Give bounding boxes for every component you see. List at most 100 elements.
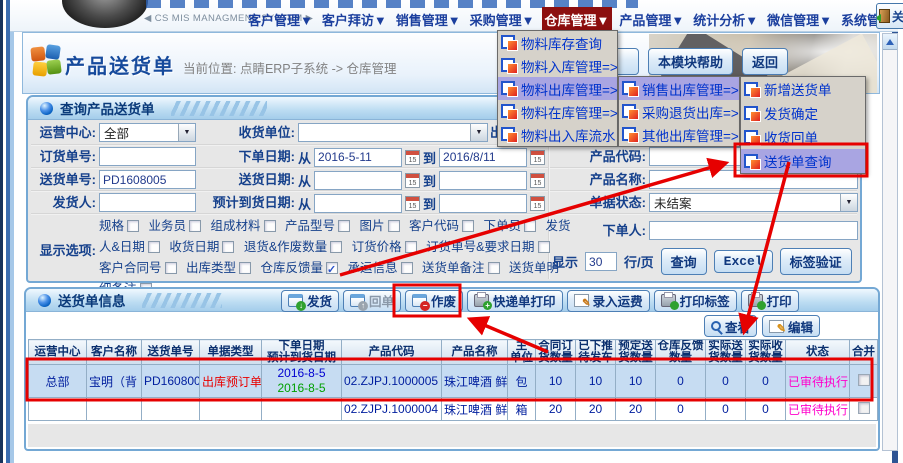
orderer-input[interactable] bbox=[649, 221, 858, 240]
order-date-to-input[interactable] bbox=[439, 148, 527, 167]
option-checkbox[interactable] bbox=[326, 262, 338, 274]
option-checkbox[interactable] bbox=[165, 262, 177, 274]
top-menu-item[interactable]: 客户拜访▼ bbox=[320, 7, 389, 32]
top-menu-item[interactable]: 仓库管理▼ bbox=[542, 7, 613, 32]
operations-center-select[interactable]: 全部 bbox=[99, 123, 196, 142]
merge-checkbox[interactable] bbox=[858, 374, 870, 386]
shipper-label: 发货人: bbox=[28, 193, 96, 213]
product-name-label: 产品名称: bbox=[552, 170, 646, 190]
shipper-input[interactable] bbox=[99, 193, 196, 212]
calendar-icon[interactable] bbox=[530, 173, 545, 188]
order-date-from-input[interactable] bbox=[314, 148, 402, 167]
chevron-down-icon[interactable] bbox=[470, 124, 487, 141]
menu-item[interactable]: 物料库存查询 bbox=[498, 31, 617, 54]
freight-entry-button[interactable]: 录入运费 bbox=[567, 290, 650, 312]
table-cell: 0 bbox=[746, 365, 786, 398]
delivery-date-to-input[interactable] bbox=[439, 171, 527, 190]
menu-item[interactable]: 物料在库管理=> bbox=[498, 100, 617, 123]
option-checkbox[interactable] bbox=[222, 241, 234, 253]
option-checkbox[interactable] bbox=[405, 241, 417, 253]
scroll-up-button[interactable] bbox=[883, 34, 897, 50]
express-printer-icon bbox=[474, 294, 489, 307]
ship-button[interactable]: 发货 bbox=[281, 290, 339, 312]
info-panel-title: 送货单信息 bbox=[58, 290, 126, 310]
option-checkbox[interactable] bbox=[264, 220, 276, 232]
express-print-button[interactable]: 快递单打印 bbox=[467, 290, 563, 312]
display-option: 订货单号&要求日期 bbox=[426, 240, 549, 254]
option-checkbox[interactable] bbox=[524, 220, 536, 232]
query-button[interactable]: 查询 bbox=[661, 248, 707, 275]
form-window-icon bbox=[501, 58, 518, 73]
edit-button[interactable]: 编辑 bbox=[762, 315, 820, 337]
delivery-no-input[interactable] bbox=[99, 170, 196, 189]
table-cell: 0 bbox=[656, 365, 706, 398]
menu-item[interactable]: 物料入库管理=> bbox=[498, 54, 617, 77]
form-window-icon bbox=[744, 154, 761, 169]
option-checkbox[interactable] bbox=[239, 262, 251, 274]
form-window-icon bbox=[501, 127, 518, 142]
chevron-down-icon[interactable] bbox=[840, 194, 857, 211]
menu-item[interactable]: 收货回单 bbox=[741, 125, 865, 149]
page-size-input[interactable] bbox=[585, 252, 617, 271]
calendar-icon[interactable] bbox=[405, 196, 420, 211]
menu-item[interactable]: 物料出入库流水 bbox=[498, 123, 617, 146]
close-menu-button[interactable]: 关闭菜单 bbox=[876, 3, 903, 29]
back-button[interactable]: 返回 bbox=[742, 48, 788, 75]
top-menu-item[interactable]: 客户管理▼ bbox=[246, 7, 315, 32]
expected-date-from-input[interactable] bbox=[314, 194, 402, 213]
option-checkbox[interactable] bbox=[488, 262, 500, 274]
vertical-scrollbar[interactable] bbox=[882, 33, 898, 451]
doc-status-select[interactable]: 未结案 bbox=[649, 193, 858, 212]
option-checkbox[interactable] bbox=[388, 220, 400, 232]
order-no-input[interactable] bbox=[99, 147, 196, 166]
menu-item[interactable]: 销售出库管理=> bbox=[619, 77, 739, 100]
menu-item[interactable]: 物料出库管理=> bbox=[498, 77, 617, 100]
top-menu-bar: ◀ CS MIS MANAGMENT SYSTEM ▶ 客户管理▼ 客户拜访▼ … bbox=[10, 0, 898, 32]
page-size-prefix: 显示 bbox=[552, 252, 578, 271]
option-checkbox[interactable] bbox=[330, 241, 342, 253]
module-help-button[interactable]: 本模块帮助 bbox=[648, 48, 733, 75]
receipt-button[interactable]: 回单 bbox=[343, 290, 401, 312]
globe-icon bbox=[40, 102, 53, 115]
top-menu-item[interactable]: 产品管理▼ bbox=[617, 7, 686, 32]
menu-item[interactable]: 发货确定 bbox=[741, 101, 865, 125]
calendar-icon[interactable] bbox=[530, 150, 545, 165]
option-checkbox[interactable] bbox=[401, 262, 413, 274]
table-row[interactable]: 02.ZJPJ.1000004珠江啤酒 鲜啤箱202020000已审待执行 bbox=[29, 398, 878, 421]
option-checkbox[interactable] bbox=[462, 220, 474, 232]
merge-checkbox[interactable] bbox=[858, 402, 870, 414]
expected-date-to-input[interactable] bbox=[439, 194, 527, 213]
calendar-icon[interactable] bbox=[405, 173, 420, 188]
option-checkbox[interactable] bbox=[538, 241, 550, 253]
exit-door-icon bbox=[879, 9, 890, 23]
menu-item[interactable]: 新增送货单 bbox=[741, 77, 865, 101]
top-menu-item[interactable]: 统计分析▼ bbox=[691, 7, 760, 32]
view-button[interactable]: 查看 bbox=[704, 315, 757, 337]
top-menu-item[interactable]: 销售管理▼ bbox=[394, 7, 463, 32]
menu-item[interactable]: 采购退货出库=> bbox=[619, 100, 739, 123]
calendar-icon[interactable] bbox=[405, 150, 420, 165]
display-option: 仓库反馈量 bbox=[261, 261, 339, 275]
option-checkbox[interactable] bbox=[127, 220, 139, 232]
top-menu-item[interactable]: 采购管理▼ bbox=[468, 7, 537, 32]
form-window-icon bbox=[744, 106, 761, 121]
void-button[interactable]: 作废 bbox=[405, 290, 463, 312]
table-cell: 已审待执行 bbox=[786, 398, 850, 421]
menu-item[interactable]: 送货单查询 bbox=[741, 149, 865, 173]
table-header-cell: 状态 bbox=[786, 340, 850, 365]
option-checkbox[interactable] bbox=[189, 220, 201, 232]
menu-item[interactable]: 其他出库管理=> bbox=[619, 123, 739, 146]
option-checkbox[interactable] bbox=[338, 220, 350, 232]
receiver-select[interactable] bbox=[298, 123, 488, 142]
chevron-down-icon[interactable] bbox=[178, 124, 195, 141]
option-checkbox[interactable] bbox=[148, 241, 160, 253]
top-menu-item[interactable]: 微信管理▼ bbox=[765, 7, 834, 32]
label-verify-button[interactable]: 标签验证 bbox=[780, 248, 852, 275]
print-label-button[interactable]: 打印标签 bbox=[654, 290, 737, 312]
table-row[interactable]: 总部宝明（背PD1608005出库预订单2016-8-52016-8-502.Z… bbox=[29, 365, 878, 398]
delivery-date-from-input[interactable] bbox=[314, 171, 402, 190]
calendar-icon[interactable] bbox=[530, 196, 545, 211]
form-divider bbox=[31, 213, 857, 215]
print-button[interactable]: 打印 bbox=[741, 290, 799, 312]
excel-button[interactable]: Excel bbox=[714, 250, 773, 273]
